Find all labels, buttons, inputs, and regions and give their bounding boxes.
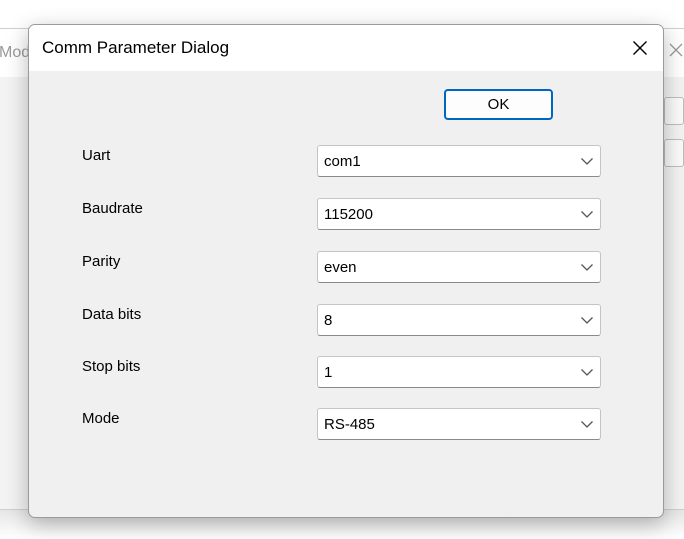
mode-value: RS-485 [324,416,375,433]
parent-close-icon [669,42,683,60]
parity-label: Parity [82,253,121,270]
parent-window-title: Mod [0,44,31,61]
uart-label: Uart [82,147,111,164]
close-button[interactable] [617,25,663,71]
chevron-down-icon [580,156,594,166]
stop-bits-value: 1 [324,364,333,381]
close-icon [632,40,648,56]
chevron-down-icon [580,367,594,377]
parity-value: even [324,259,357,276]
baudrate-value: 115200 [324,206,373,223]
chevron-down-icon [580,262,594,272]
chevron-down-icon [580,419,594,429]
mode-select[interactable]: RS-485 [317,408,601,440]
uart-value: com1 [324,153,361,170]
parent-control-edge [664,97,684,125]
chevron-down-icon [580,209,594,219]
baudrate-select[interactable]: 115200 [317,198,601,230]
data-bits-select[interactable]: 8 [317,304,601,336]
uart-select[interactable]: com1 [317,145,601,177]
ok-button[interactable]: OK [444,89,553,120]
dialog-titlebar[interactable]: Comm Parameter Dialog [29,25,663,71]
chevron-down-icon [580,315,594,325]
parity-select[interactable]: even [317,251,601,283]
dialog-title: Comm Parameter Dialog [42,38,230,57]
stop-bits-label: Stop bits [82,358,141,375]
data-bits-value: 8 [324,312,333,329]
parent-control-edge [664,139,684,167]
comm-parameter-dialog: Comm Parameter Dialog OK Uart com1 Baudr… [28,24,664,518]
data-bits-label: Data bits [82,306,142,323]
baudrate-label: Baudrate [82,200,143,217]
stop-bits-select[interactable]: 1 [317,356,601,388]
mode-label: Mode [82,410,120,427]
